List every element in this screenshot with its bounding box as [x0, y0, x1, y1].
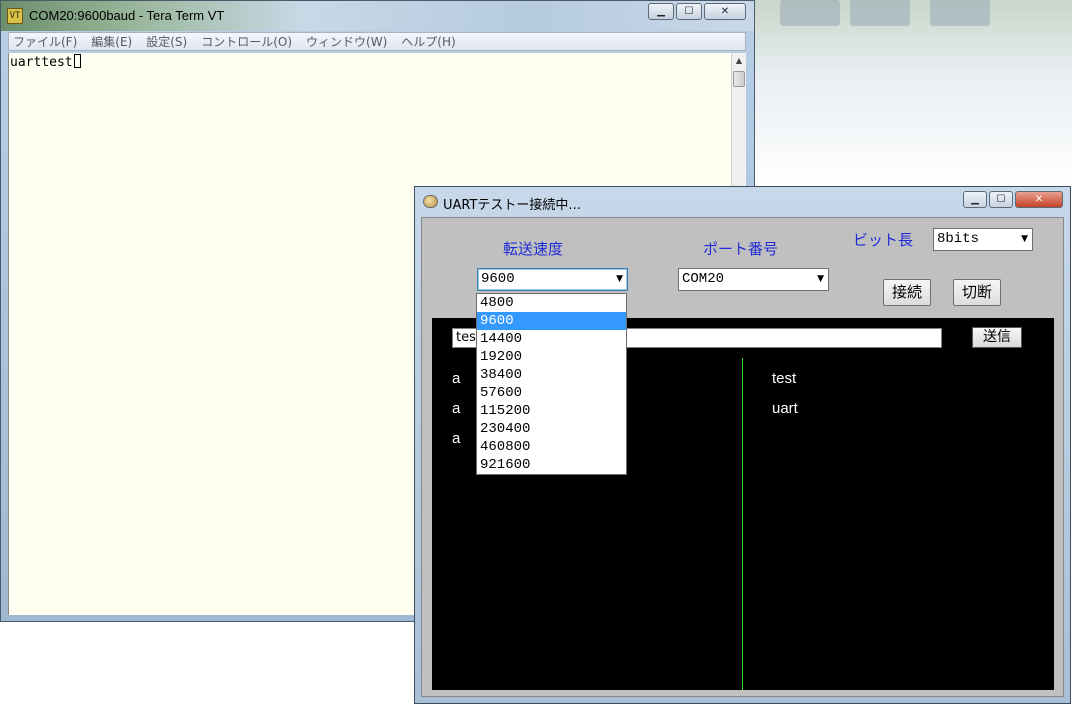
- baud-option-4800[interactable]: 4800: [477, 294, 626, 312]
- scroll-up-icon[interactable]: ▲: [732, 53, 746, 68]
- minimize-button[interactable]: ▁: [648, 3, 674, 20]
- disconnect-button[interactable]: 切断: [953, 279, 1001, 306]
- baud-rate-label: 転送速度: [503, 240, 564, 258]
- port-number-value: COM20: [682, 271, 725, 287]
- uart-titlebar[interactable]: UARTテストー接続中... ▁ ☐ ✕: [415, 187, 1070, 217]
- baud-option-115200[interactable]: 115200: [477, 402, 626, 420]
- bit-length-label: ビット長: [853, 231, 914, 249]
- baud-option-38400[interactable]: 38400: [477, 366, 626, 384]
- terminal-output: uarttest: [10, 54, 81, 70]
- port-number-label: ポート番号: [703, 240, 779, 258]
- bit-length-select[interactable]: 8bits ▼: [933, 228, 1033, 251]
- chevron-down-icon[interactable]: ▼: [1021, 229, 1028, 250]
- baud-option-921600[interactable]: 921600: [477, 456, 626, 474]
- desktop-background: [755, 0, 1072, 187]
- received-item: a: [452, 430, 461, 447]
- sent-item: uart: [772, 400, 798, 417]
- menu-setup[interactable]: 設定(S): [146, 33, 187, 50]
- maximize-button[interactable]: ☐: [989, 191, 1013, 208]
- window-title: COM20:9600baud - Tera Term VT: [29, 8, 225, 23]
- received-item: a: [452, 400, 461, 417]
- port-number-select[interactable]: COM20 ▼: [678, 268, 829, 291]
- baud-rate-dropdown-list: 4800 9600 14400 19200 38400 57600 115200…: [476, 293, 627, 475]
- minimize-button[interactable]: ▁: [963, 191, 987, 208]
- close-button[interactable]: ✕: [704, 3, 746, 20]
- chevron-down-icon[interactable]: ▼: [616, 269, 623, 290]
- menu-window[interactable]: ウィンドウ(W): [306, 33, 387, 50]
- baud-option-14400[interactable]: 14400: [477, 330, 626, 348]
- chevron-down-icon[interactable]: ▼: [817, 269, 824, 290]
- menu-bar: ファイル(F) 編集(E) 設定(S) コントロール(O) ウィンドウ(W) ヘ…: [8, 32, 746, 51]
- baud-option-9600[interactable]: 9600: [477, 312, 626, 330]
- log-divider: [742, 358, 743, 690]
- menu-help[interactable]: ヘルプ(H): [401, 33, 455, 50]
- scroll-thumb[interactable]: [733, 71, 745, 87]
- app-icon[interactable]: [423, 195, 438, 208]
- received-item: a: [452, 370, 461, 387]
- baud-option-460800[interactable]: 460800: [477, 438, 626, 456]
- connect-button[interactable]: 接続: [883, 279, 931, 306]
- terminal-cursor: [73, 54, 81, 68]
- baud-option-19200[interactable]: 19200: [477, 348, 626, 366]
- send-text-value: tes: [456, 330, 476, 345]
- menu-file[interactable]: ファイル(F): [13, 33, 77, 50]
- baud-option-57600[interactable]: 57600: [477, 384, 626, 402]
- send-button[interactable]: 送信: [972, 327, 1022, 348]
- baud-option-230400[interactable]: 230400: [477, 420, 626, 438]
- baud-rate-select[interactable]: 9600 ▼: [477, 268, 628, 291]
- taskbar-item: [930, 0, 990, 26]
- close-button[interactable]: ✕: [1015, 191, 1063, 208]
- window-title: UARTテストー接続中...: [443, 198, 581, 213]
- maximize-button[interactable]: ☐: [676, 3, 702, 20]
- menu-control[interactable]: コントロール(O): [201, 33, 292, 50]
- baud-rate-value: 9600: [481, 271, 515, 287]
- taskbar-item: [780, 0, 840, 26]
- menu-edit[interactable]: 編集(E): [91, 33, 132, 50]
- tera-term-app-icon[interactable]: VT: [7, 8, 23, 24]
- tera-term-titlebar[interactable]: VT COM20:9600baud - Tera Term VT ▁ ☐ ✕: [1, 1, 754, 31]
- bit-length-value: 8bits: [937, 231, 980, 247]
- sent-item: test: [772, 370, 797, 387]
- terminal-text: uarttest: [10, 55, 73, 70]
- taskbar-item: [850, 0, 910, 26]
